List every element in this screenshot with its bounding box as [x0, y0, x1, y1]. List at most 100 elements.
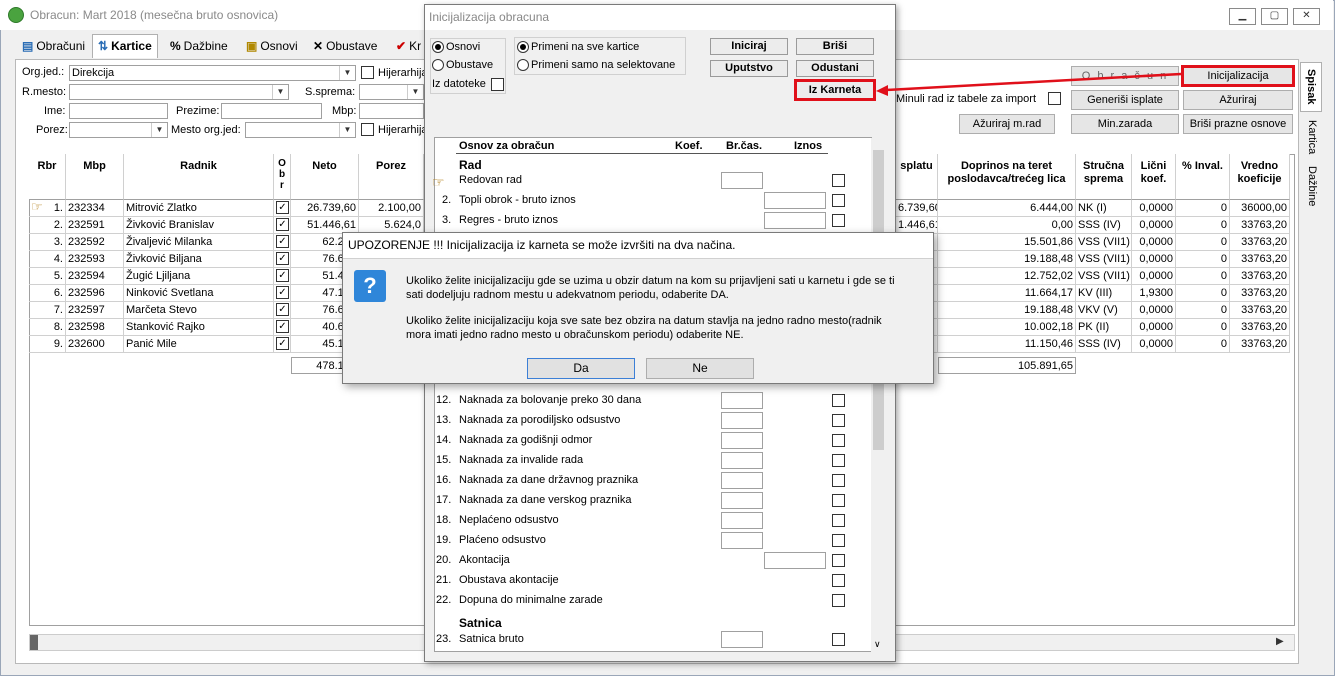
- min-zarada-button[interactable]: Min.zarada: [1071, 114, 1179, 134]
- brisi-prazne-button[interactable]: Briši prazne osnove: [1183, 114, 1293, 134]
- hijerarhija2-checkbox[interactable]: [361, 123, 374, 136]
- scroll-down-icon[interactable]: ∨: [874, 639, 881, 650]
- cell-sprema[interactable]: VSS (VII1): [1076, 268, 1132, 285]
- cell-licni[interactable]: 0,0000: [1132, 302, 1176, 319]
- cell-vredno[interactable]: 33763,20: [1230, 268, 1290, 285]
- cell-licni[interactable]: 1,9300: [1132, 285, 1176, 302]
- cell-doprinos[interactable]: 11.150,46: [938, 336, 1076, 353]
- cell-radnik[interactable]: Marčeta Stevo: [124, 302, 274, 319]
- side-tab-kartica[interactable]: Kartica: [1300, 114, 1322, 160]
- obr-checkbox[interactable]: ✓: [274, 302, 291, 319]
- check-icon[interactable]: ✓: [276, 320, 289, 333]
- check-icon[interactable]: ✓: [276, 269, 289, 282]
- obr-checkbox[interactable]: ✓: [274, 336, 291, 353]
- tab-kartice[interactable]: ⇅ Kartice: [92, 34, 158, 58]
- cell-licni[interactable]: 0,0000: [1132, 234, 1176, 251]
- cell-mbp[interactable]: 232598: [66, 319, 124, 336]
- cell-mbp[interactable]: 232591: [66, 217, 124, 234]
- azuriraj-button[interactable]: Ažuriraj: [1183, 90, 1293, 110]
- ime-input[interactable]: [69, 103, 168, 119]
- cell-radnik[interactable]: Živaljević Milanka: [124, 234, 274, 251]
- cell-neto[interactable]: 26.739,60: [291, 200, 359, 217]
- col-radnik[interactable]: Radnik: [124, 154, 274, 200]
- cell-rbr[interactable]: 8.: [29, 319, 66, 336]
- org-jed-select[interactable]: Direkcija ▼: [69, 65, 356, 81]
- cell-sprema[interactable]: SSS (IV): [1076, 217, 1132, 234]
- cell-licni[interactable]: 0,0000: [1132, 251, 1176, 268]
- cell-licni[interactable]: 0,0000: [1132, 319, 1176, 336]
- item-input[interactable]: [721, 532, 763, 549]
- mesto-org-select[interactable]: ▼: [245, 122, 356, 138]
- cell-mbp[interactable]: 232597: [66, 302, 124, 319]
- item-checkbox[interactable]: [832, 554, 845, 567]
- cell-inval[interactable]: 0: [1176, 319, 1230, 336]
- col-obr[interactable]: O b r: [274, 154, 291, 200]
- cell-vredno[interactable]: 36000,00: [1230, 200, 1290, 217]
- close-button[interactable]: ✕: [1293, 8, 1320, 25]
- inicijalizacija-button[interactable]: Inicijalizacija: [1181, 65, 1295, 87]
- obr-checkbox[interactable]: ✓: [274, 319, 291, 336]
- cell-doprinos[interactable]: 6.444,00: [938, 200, 1076, 217]
- cell-rbr[interactable]: 5.: [29, 268, 66, 285]
- cell-vredno[interactable]: 33763,20: [1230, 285, 1290, 302]
- col-mbp[interactable]: Mbp: [66, 154, 124, 200]
- prezime-input[interactable]: [221, 103, 322, 119]
- cell-rbr[interactable]: 7.: [29, 302, 66, 319]
- r-mesto-select[interactable]: ▼: [69, 84, 289, 100]
- cell-sprema[interactable]: VSS (VII1): [1076, 234, 1132, 251]
- item-checkbox[interactable]: [832, 514, 845, 527]
- cell-isplatu[interactable]: 6.739,60: [896, 200, 938, 217]
- cell-radnik[interactable]: Žugić Ljiljana: [124, 268, 274, 285]
- cell-doprinos[interactable]: 10.002,18: [938, 319, 1076, 336]
- tab-kr[interactable]: ✔ Kr: [390, 34, 427, 58]
- item-input[interactable]: [721, 492, 763, 509]
- brisi-button[interactable]: Briši: [796, 38, 874, 55]
- cell-rbr[interactable]: 4.: [29, 251, 66, 268]
- col-inval[interactable]: % Inval.: [1176, 154, 1230, 200]
- cell-doprinos[interactable]: 12.752,02: [938, 268, 1076, 285]
- check-icon[interactable]: ✓: [276, 235, 289, 248]
- radio-osnovi[interactable]: Osnovi: [432, 41, 480, 54]
- mbp-input[interactable]: [359, 103, 424, 119]
- cell-radnik[interactable]: Živković Branislav: [124, 217, 274, 234]
- item-checkbox[interactable]: [832, 454, 845, 467]
- check-icon[interactable]: ✓: [276, 337, 289, 350]
- topli-obrok-checkbox[interactable]: [832, 194, 845, 207]
- maximize-button[interactable]: ▢: [1261, 8, 1288, 25]
- s-sprema-select[interactable]: ▼: [359, 84, 424, 100]
- col-licni[interactable]: Lični koef.: [1132, 154, 1176, 200]
- cell-mbp[interactable]: 232592: [66, 234, 124, 251]
- cell-radnik[interactable]: Ninković Svetlana: [124, 285, 274, 302]
- item-checkbox[interactable]: [832, 574, 845, 587]
- check-icon[interactable]: ✓: [276, 252, 289, 265]
- cell-mbp[interactable]: 232593: [66, 251, 124, 268]
- cell-doprinos[interactable]: 15.501,86: [938, 234, 1076, 251]
- radio-primeni-sve[interactable]: Primeni na sve kartice: [517, 41, 639, 54]
- tab-dazbine[interactable]: % Dažbine: [164, 34, 234, 58]
- cell-radnik[interactable]: Panić Mile: [124, 336, 274, 353]
- regres-input[interactable]: [764, 212, 826, 229]
- iz-karneta-button[interactable]: Iz Karneta: [794, 79, 876, 101]
- cell-inval[interactable]: 0: [1176, 268, 1230, 285]
- cell-sprema[interactable]: SSS (IV): [1076, 336, 1132, 353]
- minimize-button[interactable]: ▁: [1229, 8, 1256, 25]
- cell-sprema[interactable]: NK (I): [1076, 200, 1132, 217]
- check-icon[interactable]: ✓: [276, 286, 289, 299]
- cell-inval[interactable]: 0: [1176, 251, 1230, 268]
- item-input[interactable]: [721, 472, 763, 489]
- scroll-right-icon[interactable]: ▶: [1276, 636, 1284, 647]
- hijerarhija-checkbox[interactable]: [361, 66, 374, 79]
- cell-mbp[interactable]: 232594: [66, 268, 124, 285]
- col-isplatu[interactable]: splatu: [896, 154, 938, 200]
- item-input[interactable]: [721, 452, 763, 469]
- item-checkbox[interactable]: [832, 474, 845, 487]
- item-checkbox[interactable]: [832, 494, 845, 507]
- obr-checkbox[interactable]: ✓: [274, 251, 291, 268]
- col-vredno[interactable]: Vredno koeficije: [1230, 154, 1290, 200]
- cell-doprinos[interactable]: 19.188,48: [938, 302, 1076, 319]
- check-icon[interactable]: ✓: [276, 201, 289, 214]
- obr-checkbox[interactable]: ✓: [274, 200, 291, 217]
- check-icon[interactable]: ✓: [276, 218, 289, 231]
- cell-vredno[interactable]: 33763,20: [1230, 234, 1290, 251]
- item-input[interactable]: [721, 512, 763, 529]
